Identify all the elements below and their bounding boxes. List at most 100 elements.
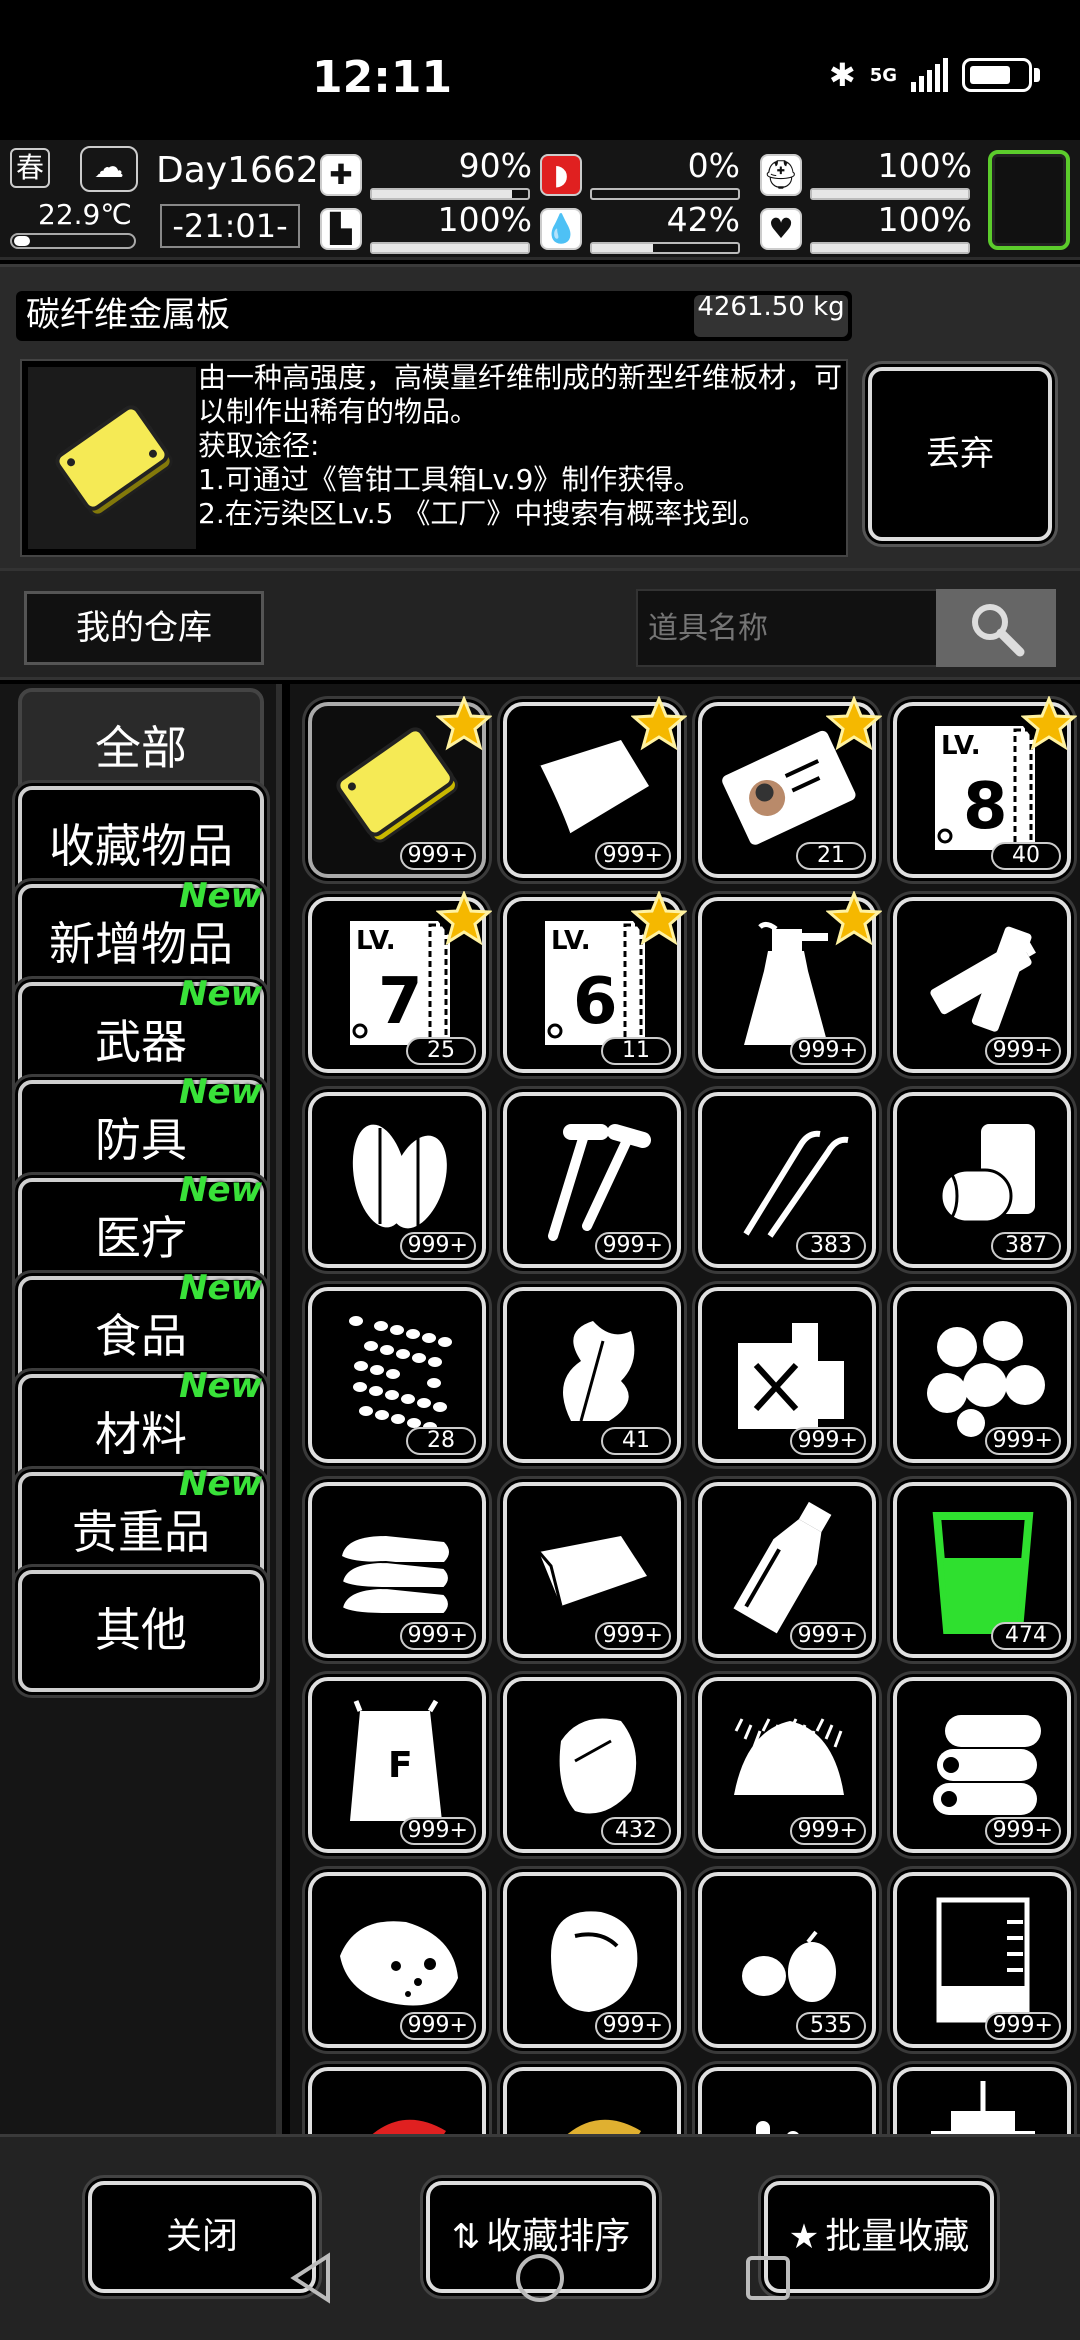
player-hud: 春 ☁ 22.9℃ Day1662 -21:01- ✚ 90% ◗ 0% ⛑ 1… [0,140,1080,260]
item-slot-green-beaker[interactable]: 474 [893,1482,1071,1658]
item-slot-ore-rock[interactable]: 999+ [308,1872,486,2048]
game-clock: -21:01- [160,204,300,248]
item-count: 999+ [984,1037,1061,1065]
item-count: 999+ [399,2012,476,2040]
category-label: 武器 [95,1015,187,1069]
ore-rock-icon [340,1921,458,2006]
medkit-icon: ✚ [320,154,362,196]
temperature: 22.9℃ [38,198,132,231]
cup-icon [931,2081,1035,2134]
item-count: 999+ [984,1427,1061,1455]
favorite-star-icon [826,891,882,946]
item-slot-blueprint-lv7[interactable]: LV. 7 25 [308,891,492,1073]
item-slot-cotton[interactable]: 999+ [893,1287,1071,1463]
water-drop-icon: 💧 [540,208,582,250]
item-count: 11 [601,1037,671,1065]
item-slot-folded-cloth[interactable]: 999+ [308,1482,486,1658]
item-slot-cloth-sheet[interactable]: 999+ [503,696,687,878]
item-count: 41 [601,1427,671,1455]
fiber-pile-icon [734,1718,844,1795]
stat-mood-bar [810,242,970,254]
item-slot-raw-meat[interactable]: 432 [503,1677,681,1853]
stat-armor: ⛑ 100% [760,146,972,200]
character-slot[interactable] [988,150,1070,250]
item-count: 999+ [399,1622,476,1650]
wires-icon [743,1130,849,1238]
level-number: 8 [963,770,1008,844]
item-slot-pills[interactable] [698,2067,876,2134]
item-slot-screws[interactable]: 999+ [503,1092,681,1268]
item-slot-fuel-can[interactable]: 999+ [698,1287,876,1463]
stat-hunger-bar [590,188,740,200]
favorite-star-icon [631,696,687,751]
red-leaf-icon [372,2119,446,2134]
item-slot-wires[interactable]: 383 [698,1092,876,1268]
item-slot-beaker[interactable]: 999+ [893,1872,1071,2048]
item-slot-yellow-leaf[interactable] [503,2067,681,2134]
yellow-leaf-icon [567,2119,641,2134]
favorite-star-icon [436,696,492,751]
item-slot-tape-roll[interactable]: 387 [893,1092,1071,1268]
item-count: 21 [796,842,866,870]
boot-icon: ▙ [320,208,362,250]
thermometer-icon [10,233,136,249]
item-slot-cup[interactable] [893,2067,1071,2134]
item-slot-blueprint-lv6[interactable]: LV. 6 11 [503,891,687,1073]
svg-text:F: F [388,1745,413,1786]
stomach-icon: ◗ [540,154,582,196]
category-label: 贵重品 [72,1505,210,1559]
category-other[interactable]: 其他 [18,1570,264,1692]
season-label: 春 [10,148,50,188]
discard-button[interactable]: 丢弃 [868,367,1052,541]
favorite-star-icon [436,891,492,946]
search-input[interactable] [636,589,938,667]
item-count: 432 [601,1817,671,1845]
search-button[interactable] [936,589,1056,667]
status-icons: ✱ 5G [829,56,1040,94]
item-detail-panel: 碳纤维金属板 4261.50 kg 由一种高强度，高模量纤维制成的新型纤维板材，… [0,264,1080,570]
level-number: 7 [378,965,423,1039]
item-slot-red-leaf[interactable] [308,2067,486,2134]
item-slot-steak[interactable]: 999+ [503,1872,681,2048]
new-badge: New [179,974,262,1014]
tape-roll-icon [931,1124,1035,1224]
item-count: 999+ [984,2012,1061,2040]
item-slot-eggs[interactable]: 535 [698,1872,876,2048]
item-slot-spray-bottle[interactable]: 999+ [698,891,882,1073]
item-slot-flour-bag[interactable]: F 999+ [308,1677,486,1853]
item-count: 999+ [789,1427,866,1455]
battery-icon [962,58,1032,92]
item-slot-battery[interactable]: 999+ [893,897,1071,1073]
category-label: 其他 [95,1603,187,1657]
item-count: 999+ [399,1817,476,1845]
new-badge: New [179,876,262,916]
new-badge: New [179,1268,262,1308]
network-label: 5G [869,64,897,86]
item-slot-blueprint-lv8[interactable]: LV. 8 40 [893,696,1077,878]
back-nav-icon [290,2252,330,2304]
item-slot-fabric[interactable]: 999+ [503,1482,681,1658]
fabric-icon [537,1536,647,1607]
item-slot-herb[interactable]: 41 [503,1287,681,1463]
item-slot-bottle[interactable]: 999+ [698,1482,876,1658]
item-slot-fiber-pile[interactable]: 999+ [698,1677,876,1853]
stat-health: ✚ 90% [320,146,532,200]
item-slot-metal-plate[interactable]: 999+ [308,696,492,878]
stat-hunger: ◗ 0% [540,146,740,200]
svg-text:LV.: LV. [356,926,396,956]
item-count: 999+ [399,1232,476,1260]
leaves-icon [352,1124,447,1229]
favorite-star-icon [1021,696,1077,751]
stat-armor-value: 100% [877,146,972,185]
home-nav-icon [516,2254,564,2302]
item-slot-logs[interactable]: 999+ [893,1677,1071,1853]
item-slot-id-card[interactable]: 21 [698,696,882,878]
stat-thirst-value: 42% [666,200,740,239]
category-label: 材料 [95,1407,187,1461]
item-slot-leaves[interactable]: 999+ [308,1092,486,1268]
herb-icon [563,1321,635,1422]
new-badge: New [179,1366,262,1406]
favorite-star-icon [631,891,687,946]
stat-hunger-value: 0% [687,146,740,185]
item-slot-seeds[interactable]: 28 [308,1287,486,1463]
